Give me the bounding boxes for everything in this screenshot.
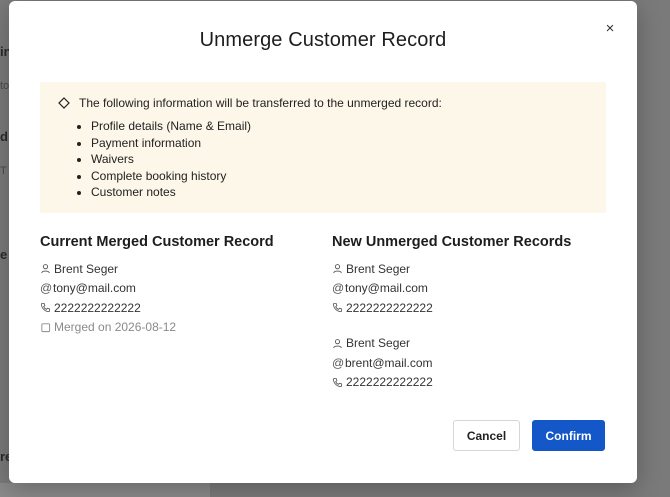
customer-phone: 2222222222222 — [346, 300, 433, 315]
list-item: Payment information — [91, 135, 588, 152]
phone-icon — [332, 377, 343, 388]
merged-date: Merged on 2026-08-12 — [54, 320, 177, 335]
background-text-fragment: d — [0, 129, 8, 144]
customer-name: Brent Seger — [346, 261, 411, 276]
dialog-title: Unmerge Customer Record — [199, 29, 447, 51]
customer-phone-row: 2222222222222 — [40, 298, 310, 318]
list-item: Customer notes — [91, 184, 588, 201]
calendar-icon — [40, 322, 51, 333]
diamond-icon — [58, 97, 70, 109]
phone-icon — [332, 302, 343, 313]
confirm-button[interactable]: Confirm — [532, 420, 605, 451]
transfer-list: Profile details (Name & Email) Payment i… — [58, 118, 588, 201]
user-icon — [332, 338, 343, 349]
customer-name: Brent Seger — [54, 261, 119, 276]
new-records-section: New Unmerged Customer Records Brent Sege… — [332, 234, 602, 392]
customer-name-row: Brent Seger — [332, 259, 602, 279]
list-item: Profile details (Name & Email) — [91, 118, 588, 135]
customer-email: tony@mail.com — [345, 281, 428, 296]
background-footer-strip — [0, 483, 210, 497]
at-icon: @ — [332, 355, 345, 370]
customer-email-row: @ tony@mail.com — [332, 279, 602, 299]
current-record-section: Current Merged Customer Record Brent Seg… — [40, 234, 310, 337]
info-callout: The following information will be transf… — [40, 82, 606, 213]
customer-email: brent@mail.com — [345, 355, 433, 370]
section-title: Current Merged Customer Record — [40, 234, 274, 250]
customer-name-row: Brent Seger — [40, 259, 310, 279]
customer-phone: 2222222222222 — [346, 375, 433, 390]
phone-icon — [40, 302, 51, 313]
customer-name-row: Brent Seger — [332, 334, 602, 354]
customer-email: tony@mail.com — [53, 281, 136, 296]
customer-email-row: @ brent@mail.com — [332, 353, 602, 373]
list-item: Complete booking history — [91, 168, 588, 185]
info-heading-row: The following information will be transf… — [58, 96, 588, 110]
merged-date-row: Merged on 2026-08-12 — [40, 318, 310, 338]
customer-name: Brent Seger — [346, 336, 411, 351]
user-icon — [40, 263, 51, 274]
background-text-fragment: T — [0, 165, 7, 177]
at-icon: @ — [332, 281, 345, 296]
unmerge-dialog: × Unmerge Customer Record The following … — [9, 1, 637, 483]
customer-phone-row: 2222222222222 — [332, 373, 602, 393]
background-text-fragment: to — [0, 80, 10, 92]
new-record-card: Brent Seger @ tony@mail.com 222222222222… — [332, 259, 602, 318]
at-icon: @ — [40, 281, 53, 296]
background-text-fragment: e — [0, 247, 8, 262]
customer-email-row: @ tony@mail.com — [40, 279, 310, 299]
customer-phone-row: 2222222222222 — [332, 298, 602, 318]
user-icon — [332, 263, 343, 274]
new-record-card: Brent Seger @ brent@mail.com 22222222222… — [332, 334, 602, 393]
customer-phone: 2222222222222 — [54, 300, 141, 315]
info-heading: The following information will be transf… — [79, 96, 442, 110]
list-item: Waivers — [91, 151, 588, 168]
section-title: New Unmerged Customer Records — [332, 234, 572, 250]
cancel-button[interactable]: Cancel — [453, 420, 520, 451]
